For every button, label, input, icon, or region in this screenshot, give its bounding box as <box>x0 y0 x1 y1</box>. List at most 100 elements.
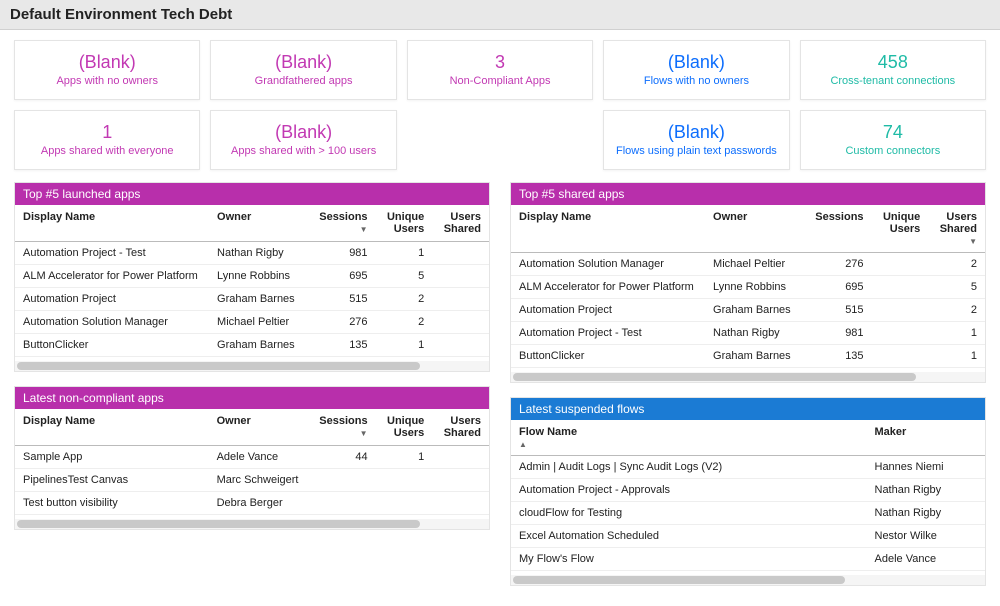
kpi-card-cross-tenant-connections[interactable]: 458Cross-tenant connections <box>800 40 986 100</box>
cell-name: ALM Accelerator for Power Platform <box>511 276 705 299</box>
col-owner[interactable]: Owner <box>209 205 311 242</box>
sort-desc-icon: ▼ <box>936 237 977 246</box>
kpi-label: Apps shared with > 100 users <box>231 145 376 157</box>
shared-apps-table[interactable]: Display Name Owner Sessions Unique Users… <box>511 205 985 368</box>
cell-owner: Graham Barnes <box>209 334 311 357</box>
cell-unique: 1 <box>376 242 433 265</box>
col-sessions[interactable]: Sessions ▼ <box>311 409 375 446</box>
cell-owner: Lynne Robbins <box>209 265 311 288</box>
shared-apps-panel[interactable]: Top #5 shared apps Display Name Owner Se… <box>510 182 986 383</box>
kpi-card-custom-connectors[interactable]: 74Custom connectors <box>800 110 986 170</box>
col-unique-users[interactable]: Unique Users <box>376 205 433 242</box>
cell-shared: 2 <box>928 253 985 276</box>
col-users-shared[interactable]: Users Shared <box>432 409 489 446</box>
launched-apps-panel[interactable]: Top #5 launched apps Display Name Owner … <box>14 182 490 372</box>
table-row[interactable]: My Flow's FlowAdele Vance <box>511 548 985 571</box>
cell-unique <box>872 276 929 299</box>
cell-unique: 1 <box>376 446 433 469</box>
kpi-label: Non-Compliant Apps <box>450 75 551 87</box>
kpi-label: Flows with no owners <box>644 75 749 87</box>
kpi-card-apps-shared-with-100-users[interactable]: (Blank) Apps shared with > 100 users <box>210 110 396 170</box>
table-row[interactable]: Admin | Audit Logs | Sync Audit Logs (V2… <box>511 456 985 479</box>
table-row[interactable]: Automation Project - TestNathan Rigby981… <box>15 242 489 265</box>
table-row[interactable]: ALM Accelerator for Power PlatformLynne … <box>15 265 489 288</box>
col-display-name[interactable]: Display Name <box>511 205 705 253</box>
cell-unique <box>872 322 929 345</box>
cell-sessions: 695 <box>807 276 871 299</box>
kpi-card-non-compliant-apps[interactable]: 3Non-Compliant Apps <box>407 40 593 100</box>
cell-name: Sample App <box>15 446 209 469</box>
cell-sessions: 515 <box>807 299 871 322</box>
suspended-flows-title: Latest suspended flows <box>511 398 985 420</box>
table-row[interactable]: Test button visibilityDebra Berger <box>15 492 489 515</box>
suspended-flows-panel[interactable]: Latest suspended flows Flow Name ▲ Maker… <box>510 397 986 586</box>
launched-apps-table[interactable]: Display Name Owner Sessions ▼ Unique Use… <box>15 205 489 357</box>
table-row[interactable]: Sample AppAdele Vance441 <box>15 446 489 469</box>
col-users-shared[interactable]: Users Shared <box>432 205 489 242</box>
kpi-label: Flows using plain text passwords <box>616 145 777 157</box>
cell-sessions: 515 <box>311 288 375 311</box>
col-display-name[interactable]: Display Name <box>15 409 209 446</box>
kpi-value: (Blank) <box>275 123 332 143</box>
cell-shared <box>432 288 489 311</box>
col-unique-users[interactable]: Unique Users <box>872 205 929 253</box>
cell-name: Automation Project <box>15 288 209 311</box>
kpi-value: 1 <box>102 123 112 143</box>
table-row[interactable]: Automation Project - TestNathan Rigby981… <box>511 322 985 345</box>
table-row[interactable]: ButtonClickerGraham Barnes1351 <box>511 345 985 368</box>
col-users-shared[interactable]: Users Shared ▼ <box>928 205 985 253</box>
sort-desc-icon: ▼ <box>319 429 367 438</box>
cell-maker: Nathan Rigby <box>867 479 986 502</box>
hscroll[interactable] <box>511 575 985 585</box>
hscroll[interactable] <box>511 372 985 382</box>
noncompliant-apps-panel[interactable]: Latest non-compliant apps Display Name O… <box>14 386 490 530</box>
cell-flow-name: Automation Project - Approvals <box>511 479 867 502</box>
cell-owner: Marc Schweigert <box>209 469 312 492</box>
col-owner[interactable]: Owner <box>705 205 807 253</box>
shared-apps-title: Top #5 shared apps <box>511 183 985 205</box>
table-row[interactable]: Automation Project - ApprovalsNathan Rig… <box>511 479 985 502</box>
table-row[interactable]: Automation ProjectGraham Barnes5152 <box>15 288 489 311</box>
tables-area: Top #5 launched apps Display Name Owner … <box>14 182 986 586</box>
kpi-card-apps-shared-with-everyone[interactable]: 1 Apps shared with everyone <box>14 110 200 170</box>
col-sessions[interactable]: Sessions ▼ <box>311 205 375 242</box>
cell-sessions: 135 <box>807 345 871 368</box>
col-flow-name[interactable]: Flow Name ▲ <box>511 420 867 456</box>
table-row[interactable]: Automation ProjectGraham Barnes5152 <box>511 299 985 322</box>
col-sessions[interactable]: Sessions <box>807 205 871 253</box>
col-display-name[interactable]: Display Name <box>15 205 209 242</box>
cell-sessions <box>311 492 375 515</box>
col-owner[interactable]: Owner <box>209 409 312 446</box>
cell-sessions: 276 <box>807 253 871 276</box>
cell-sessions: 135 <box>311 334 375 357</box>
col-maker[interactable]: Maker <box>867 420 986 456</box>
table-row[interactable]: Automation Solution ManagerMichael Pelti… <box>511 253 985 276</box>
hscroll[interactable] <box>15 361 489 371</box>
col-unique-users[interactable]: Unique Users <box>376 409 433 446</box>
cell-owner: Adele Vance <box>209 446 312 469</box>
table-row[interactable]: ALM Accelerator for Power PlatformLynne … <box>511 276 985 299</box>
kpi-card-flows-using-plain-text-passwords[interactable]: (Blank)Flows using plain text passwords <box>603 110 789 170</box>
kpi-value: (Blank) <box>275 53 332 73</box>
table-row[interactable]: ButtonClickerGraham Barnes1351 <box>15 334 489 357</box>
table-row[interactable]: Automation Solution ManagerMichael Pelti… <box>15 311 489 334</box>
left-column: Top #5 launched apps Display Name Owner … <box>14 182 490 586</box>
cell-name: Automation Project <box>511 299 705 322</box>
hscroll[interactable] <box>15 519 489 529</box>
cell-shared <box>432 446 489 469</box>
table-row[interactable]: cloudFlow for TestingNathan Rigby <box>511 502 985 525</box>
kpi-card-flows-with-no-owners[interactable]: (Blank)Flows with no owners <box>603 40 789 100</box>
cell-flow-name: cloudFlow for Testing <box>511 502 867 525</box>
kpi-card-grandfathered-apps[interactable]: (Blank)Grandfathered apps <box>210 40 396 100</box>
kpi-label: Apps shared with everyone <box>41 145 174 157</box>
table-row[interactable]: PipelinesTest CanvasMarc Schweigert <box>15 469 489 492</box>
noncompliant-apps-table[interactable]: Display Name Owner Sessions ▼ Unique Use… <box>15 409 489 515</box>
suspended-flows-table[interactable]: Flow Name ▲ Maker Admin | Audit Logs | S… <box>511 420 985 571</box>
table-row[interactable]: Excel Automation ScheduledNestor Wilke <box>511 525 985 548</box>
cell-name: PipelinesTest Canvas <box>15 469 209 492</box>
cell-unique <box>872 299 929 322</box>
kpi-card-apps-with-no-owners[interactable]: (Blank)Apps with no owners <box>14 40 200 100</box>
cell-sessions <box>311 469 375 492</box>
cell-name: ALM Accelerator for Power Platform <box>15 265 209 288</box>
cell-unique <box>376 469 433 492</box>
